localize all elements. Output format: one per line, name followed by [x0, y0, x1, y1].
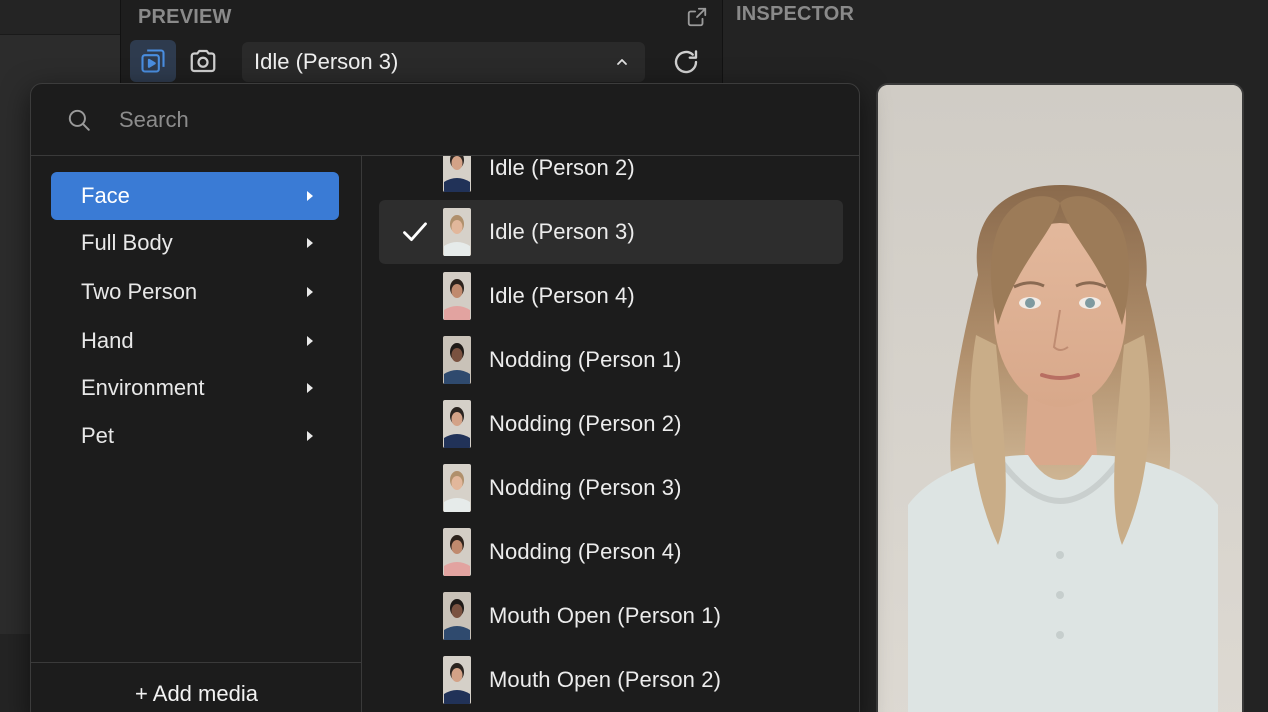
- category-item-pet[interactable]: Pet: [51, 412, 339, 460]
- photo-mode-button[interactable]: [180, 40, 226, 82]
- media-picker-popover: Face Full Body Two Person Hand Environme…: [30, 83, 860, 712]
- media-list-item[interactable]: Nodding (Person 4): [379, 520, 843, 584]
- category-label: Pet: [81, 423, 115, 448]
- category-label: Environment: [81, 375, 205, 400]
- media-list-item-label: Idle (Person 4): [489, 283, 635, 308]
- media-list-item[interactable]: Nodding (Person 3): [379, 456, 843, 520]
- preset-dropdown-value: Idle (Person 3): [254, 49, 399, 74]
- add-media-label: + Add media: [135, 680, 258, 706]
- refresh-button[interactable]: [666, 42, 706, 82]
- media-list-item-label: Nodding (Person 1): [489, 347, 682, 372]
- category-label: Hand: [81, 328, 134, 353]
- category-item-two-person[interactable]: Two Person: [51, 268, 339, 316]
- category-label: Full Body: [81, 230, 173, 255]
- media-list-item[interactable]: Mouth Open (Person 2): [379, 648, 843, 712]
- media-list-item-label: Nodding (Person 4): [489, 539, 682, 564]
- category-item-face[interactable]: Face: [51, 172, 339, 220]
- media-list-item-label: Nodding (Person 3): [489, 475, 682, 500]
- caret-right-icon: [307, 336, 313, 346]
- popout-button[interactable]: [684, 4, 710, 30]
- category-item-environment[interactable]: Environment: [51, 364, 339, 412]
- preset-dropdown[interactable]: Idle (Person 3): [242, 42, 645, 82]
- chevron-up-icon: [613, 53, 631, 71]
- caret-right-icon: [307, 431, 313, 441]
- media-list-item[interactable]: Nodding (Person 1): [379, 328, 843, 392]
- checkmark-icon: [403, 222, 427, 241]
- media-list-item-label: Mouth Open (Person 1): [489, 603, 721, 628]
- play-stack-icon: [141, 49, 165, 73]
- external-link-icon: [687, 7, 707, 27]
- media-thumbnail: [443, 400, 471, 448]
- media-thumbnail: [443, 156, 471, 192]
- media-list-item-label: Mouth Open (Person 2): [489, 667, 721, 692]
- camera-icon: [190, 49, 216, 73]
- caret-right-icon: [307, 191, 313, 201]
- media-list-item-label: Idle (Person 3): [489, 219, 635, 244]
- media-list-item-label: Nodding (Person 2): [489, 411, 682, 436]
- inspector-panel-title: INSPECTOR: [736, 3, 855, 25]
- media-list-item[interactable]: Idle (Person 2): [379, 156, 843, 200]
- preview-image: [876, 83, 1244, 712]
- media-thumbnail: [443, 592, 471, 640]
- media-list-item[interactable]: Nodding (Person 2): [379, 392, 843, 456]
- media-thumbnail: [443, 272, 471, 320]
- caret-right-icon: [307, 287, 313, 297]
- media-thumbnail: [443, 464, 471, 512]
- refresh-icon: [674, 50, 698, 74]
- media-thumbnail: [443, 528, 471, 576]
- search-icon: [65, 106, 93, 134]
- portrait-illustration: [878, 85, 1242, 712]
- search-bar: [31, 84, 859, 156]
- media-list-item[interactable]: Mouth Open (Person 1): [379, 584, 843, 648]
- category-item-hand[interactable]: Hand: [51, 317, 339, 365]
- caret-right-icon: [307, 383, 313, 393]
- category-list: Face Full Body Two Person Hand Environme…: [31, 156, 362, 712]
- media-thumbnail: [443, 208, 471, 256]
- category-item-full-body[interactable]: Full Body: [51, 219, 339, 267]
- search-input[interactable]: [119, 106, 719, 133]
- add-media-button[interactable]: + Add media: [31, 662, 362, 712]
- media-thumbnail: [443, 656, 471, 704]
- video-mode-button[interactable]: [130, 40, 176, 82]
- category-label: Face: [81, 183, 130, 208]
- preview-panel-title: PREVIEW: [138, 6, 232, 28]
- caret-right-icon: [307, 238, 313, 248]
- category-label: Two Person: [81, 279, 198, 304]
- media-list-item[interactable]: Idle (Person 3): [379, 200, 843, 264]
- media-thumbnail: [443, 336, 471, 384]
- media-list-item[interactable]: Idle (Person 4): [379, 264, 843, 328]
- media-list: Idle (Person 2) Idle (Person 3) Idle (Pers…: [362, 156, 859, 712]
- media-list-item-label: Idle (Person 2): [489, 156, 635, 180]
